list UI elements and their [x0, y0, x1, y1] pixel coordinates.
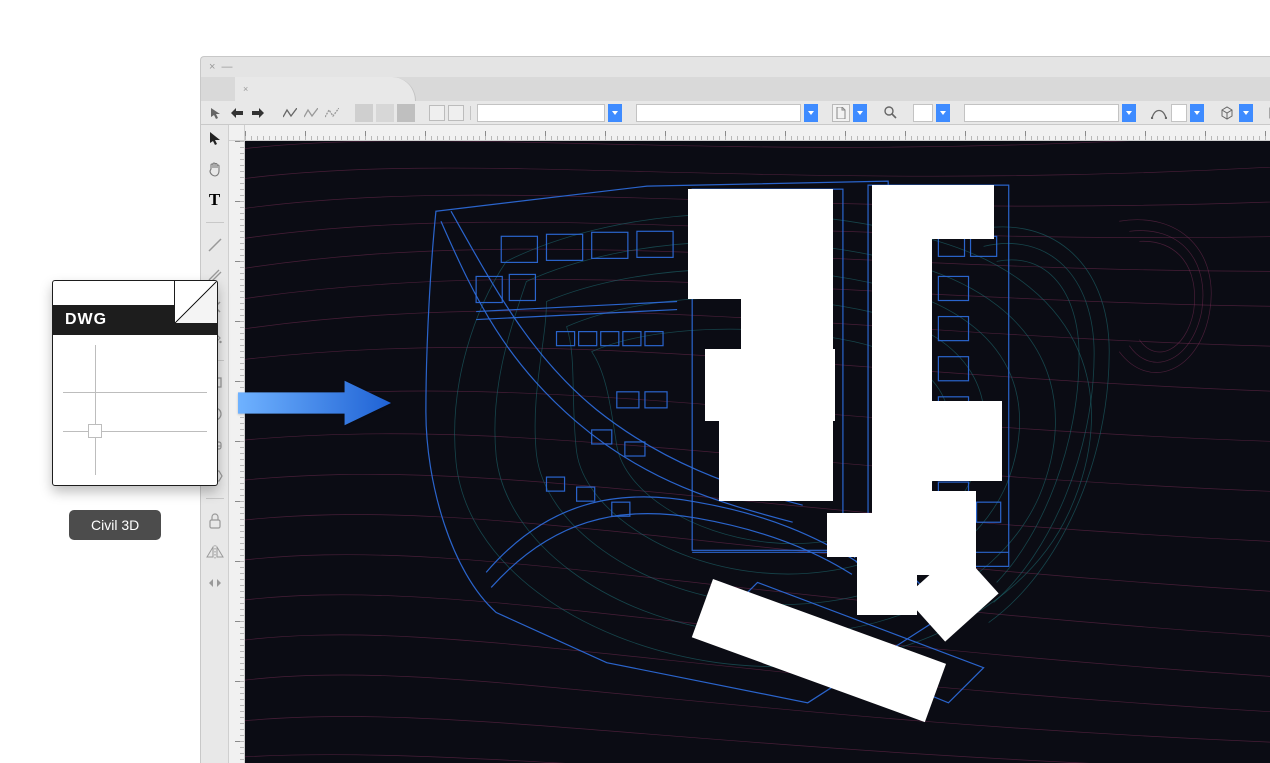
vertical-ruler[interactable]: [229, 141, 245, 763]
line-tool-icon[interactable]: [204, 234, 226, 256]
tab-close-button[interactable]: ×: [243, 84, 248, 94]
style-toggle[interactable]: [448, 105, 464, 121]
lock-tool-icon[interactable]: [204, 510, 226, 532]
document-tab-strip: ×: [201, 77, 1270, 101]
document-dropdown-icon[interactable]: [853, 104, 867, 122]
building-mass: [719, 421, 833, 501]
cube-dropdown-icon[interactable]: [1239, 104, 1253, 122]
view-select-field[interactable]: [964, 104, 1119, 122]
view-select-dropdown-icon[interactable]: [1122, 104, 1136, 122]
class-select-dropdown-icon[interactable]: [608, 104, 622, 122]
dwg-thumbnail: [63, 345, 207, 475]
horizontal-ruler[interactable]: [245, 125, 1270, 141]
separator: [470, 106, 471, 120]
cursor-option-icon[interactable]: [207, 104, 225, 122]
mirror-tool-icon[interactable]: [204, 541, 226, 563]
cursor-icon[interactable]: [204, 127, 226, 149]
zigzag-variant-icon[interactable]: [302, 104, 320, 122]
building-mass: [857, 551, 917, 615]
cube-3d-icon[interactable]: [1218, 104, 1236, 122]
source-app-label: Civil 3D: [69, 510, 161, 540]
pan-hand-icon[interactable]: [204, 158, 226, 180]
swatch-2[interactable]: [376, 104, 394, 122]
window-close-button[interactable]: ×: [209, 61, 215, 73]
document-icon[interactable]: [832, 104, 850, 122]
zoom-dropdown-icon[interactable]: [936, 104, 950, 122]
layer-select-dropdown-icon[interactable]: [804, 104, 818, 122]
curve-field[interactable]: [1171, 104, 1187, 122]
import-arrow-icon: [238, 378, 393, 428]
page-fold-icon: [174, 280, 218, 324]
building-mass: [872, 401, 1002, 481]
text-tool-icon[interactable]: T: [204, 189, 226, 211]
building-mass: [705, 349, 835, 421]
layer-select-field[interactable]: [636, 104, 801, 122]
arrow-left-icon[interactable]: [228, 104, 246, 122]
swatch-1[interactable]: [355, 104, 373, 122]
option-bar: [201, 101, 1270, 125]
workspace: T: [201, 125, 1270, 763]
zoom-field[interactable]: [913, 104, 933, 122]
ruler-origin[interactable]: [229, 125, 245, 141]
curve-3d-icon[interactable]: [1150, 104, 1168, 122]
arrow-right-icon[interactable]: [249, 104, 267, 122]
zigzag-dotted-icon[interactable]: [323, 104, 341, 122]
layers-icon[interactable]: [429, 105, 445, 121]
dwg-file-card: DWG: [52, 280, 218, 486]
tool-separator: [206, 498, 224, 499]
window-titlebar: × —: [201, 57, 1270, 77]
search-icon[interactable]: [881, 104, 899, 122]
swatch-3[interactable]: [397, 104, 415, 122]
curve-dropdown-icon[interactable]: [1190, 104, 1204, 122]
class-select-field[interactable]: [477, 104, 605, 122]
window-minimize-button[interactable]: —: [221, 61, 234, 73]
drawing-canvas[interactable]: [245, 141, 1270, 763]
zigzag-icon[interactable]: [281, 104, 299, 122]
flip-tool-icon[interactable]: [204, 572, 226, 594]
tool-separator: [206, 222, 224, 223]
